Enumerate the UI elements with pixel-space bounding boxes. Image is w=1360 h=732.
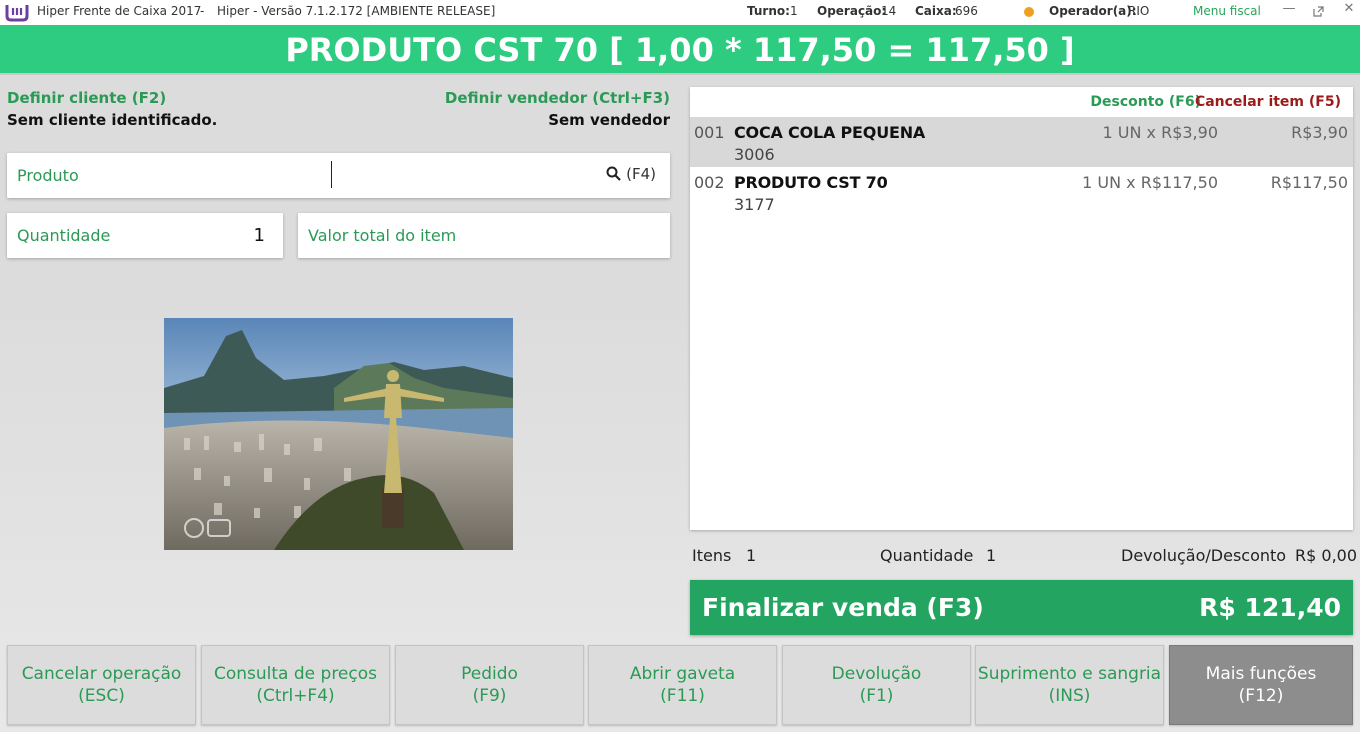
sale-total: R$ 121,40 [1199, 593, 1341, 622]
cart-items-panel: Desconto (F6) Cancelar item (F5) 001 COC… [690, 87, 1353, 530]
title-separator: - [200, 4, 205, 18]
operacao-label: Operação: [817, 4, 887, 18]
hiper-logo-icon [5, 5, 29, 22]
product-image [164, 318, 513, 550]
turno-label: Turno: [747, 4, 790, 18]
text-cursor [331, 161, 332, 188]
finalize-sale-button[interactable]: Finalizar venda (F3) R$ 121,40 [690, 580, 1353, 635]
operacao-value: 14 [881, 4, 897, 18]
return-discount-label: Devolução/Desconto [1121, 546, 1287, 565]
cancel-operation-button[interactable]: Cancelar operação (ESC) [7, 645, 196, 725]
status-indicator-icon [1024, 7, 1034, 17]
app-title: Hiper Frente de Caixa 2017 [37, 4, 202, 18]
button-shortcut: (F11) [660, 686, 705, 706]
search-icon [606, 166, 622, 181]
product-input-label: Produto [17, 166, 79, 185]
seller-status: Sem vendedor [548, 111, 670, 129]
operador-value: RIO [1128, 4, 1150, 18]
button-shortcut: (INS) [1048, 686, 1091, 706]
item-total: R$3,90 [1291, 123, 1348, 142]
quantity-label: Quantidade [17, 226, 111, 245]
price-lookup-button[interactable]: Consulta de preços (Ctrl+F4) [201, 645, 390, 725]
item-name: PRODUTO CST 70 [734, 173, 888, 192]
total-quantity-label: Quantidade [880, 546, 974, 565]
quantity-value: 1 [253, 225, 265, 246]
product-search-button[interactable]: (F4) [606, 165, 656, 183]
menu-fiscal-link[interactable]: Menu fiscal [1193, 4, 1261, 18]
cancel-item-link[interactable]: Cancelar item (F5) [1195, 94, 1341, 110]
item-total: R$117,50 [1270, 173, 1348, 192]
cart-item-row[interactable]: 001 COCA COLA PEQUENA 3006 1 UN x R$3,90… [690, 117, 1353, 167]
button-shortcut: (F12) [1238, 686, 1284, 706]
caixa-value: 696 [955, 4, 978, 18]
return-discount-value: R$ 0,00 [1295, 546, 1358, 565]
open-drawer-button[interactable]: Abrir gaveta (F11) [588, 645, 777, 725]
client-status: Sem cliente identificado. [7, 111, 218, 129]
button-label: Cancelar operação [21, 664, 182, 684]
search-shortcut: (F4) [626, 165, 656, 183]
product-input[interactable]: Produto (F4) [7, 153, 670, 198]
discount-link[interactable]: Desconto (F6) [1090, 94, 1201, 110]
item-code: 3006 [734, 145, 775, 164]
define-seller-link[interactable]: Definir vendedor (Ctrl+F3) [445, 89, 670, 107]
finalize-sale-label: Finalizar venda (F3) [702, 593, 984, 622]
item-name: COCA COLA PEQUENA [734, 123, 926, 142]
order-button[interactable]: Pedido (F9) [395, 645, 584, 725]
button-label: Pedido [461, 664, 518, 684]
button-label: Mais funções [1205, 664, 1317, 684]
current-product-banner: PRODUTO CST 70 [ 1,00 * 117,50 = 117,50 … [0, 25, 1360, 75]
popout-icon[interactable] [1310, 1, 1326, 21]
turno-value: 1 [790, 4, 798, 18]
more-functions-button[interactable]: Mais funções (F12) [1169, 645, 1353, 725]
item-quantity-price: 1 UN x R$117,50 [1082, 173, 1218, 192]
total-quantity-value: 1 [986, 546, 997, 565]
operador-label: Operador(a): [1049, 4, 1137, 18]
items-count-label: Itens [692, 546, 732, 565]
app-version: Hiper - Versão 7.1.2.172 [AMBIENTE RELEA… [217, 4, 496, 18]
return-button[interactable]: Devolução (F1) [782, 645, 971, 725]
define-client-link[interactable]: Definir cliente (F2) [7, 89, 166, 107]
item-total-label: Valor total do item [308, 226, 457, 245]
button-shortcut: (F1) [859, 686, 894, 706]
button-label: Suprimento e sangria [977, 664, 1162, 684]
button-shortcut: (Ctrl+F4) [256, 686, 335, 706]
supply-withdrawal-button[interactable]: Suprimento e sangria (INS) [975, 645, 1164, 725]
item-number: 001 [694, 123, 725, 142]
minimize-icon[interactable]: — [1281, 1, 1297, 16]
button-label: Abrir gaveta [629, 664, 736, 684]
quantity-input[interactable]: Quantidade 1 [7, 213, 283, 258]
items-count-value: 1 [746, 546, 757, 565]
close-icon[interactable]: ✕ [1341, 1, 1357, 16]
button-label: Devolução [831, 664, 922, 684]
item-number: 002 [694, 173, 725, 192]
button-label: Consulta de preços [213, 664, 377, 684]
caixa-label: Caixa: [915, 4, 957, 18]
item-code: 3177 [734, 195, 775, 214]
item-total-input[interactable]: Valor total do item [298, 213, 670, 258]
cart-item-row[interactable]: 002 PRODUTO CST 70 3177 1 UN x R$117,50 … [690, 167, 1353, 217]
title-bar: Hiper Frente de Caixa 2017 - Hiper - Ver… [0, 0, 1360, 25]
item-quantity-price: 1 UN x R$3,90 [1102, 123, 1218, 142]
button-shortcut: (F9) [472, 686, 507, 706]
button-shortcut: (ESC) [78, 686, 125, 706]
